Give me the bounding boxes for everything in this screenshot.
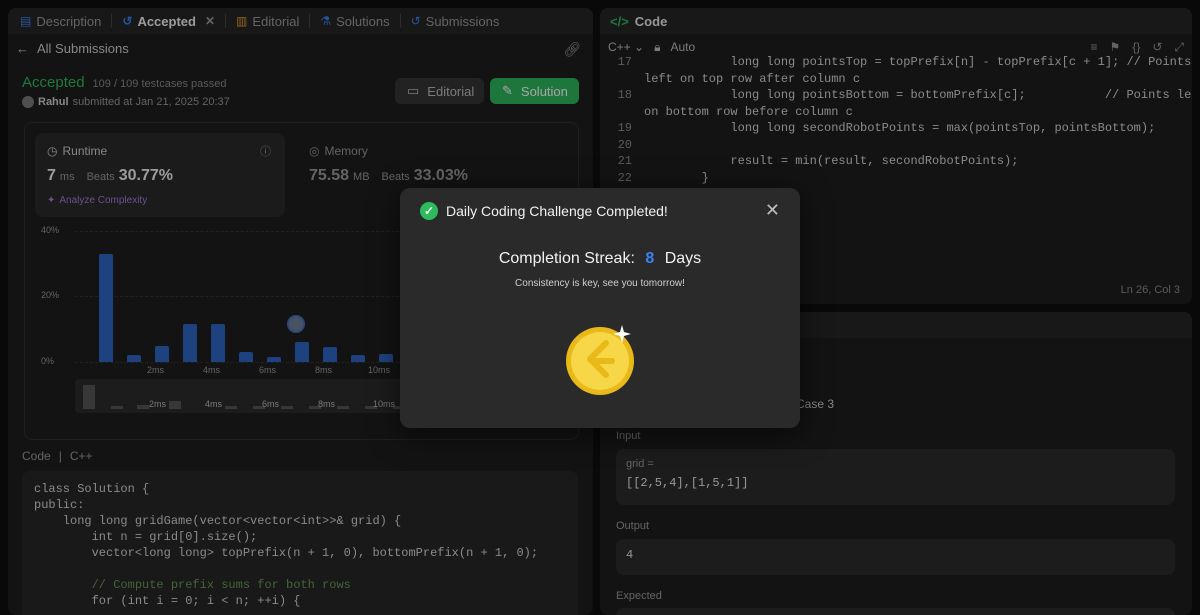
- completion-streak: Completion Streak: 8 Days: [498, 250, 702, 267]
- streak-count: 8: [645, 250, 655, 267]
- modal-header: ✓ Daily Coding Challenge Completed!: [420, 202, 668, 220]
- close-icon[interactable]: ✕: [765, 200, 780, 221]
- daily-challenge-modal: ✓ Daily Coding Challenge Completed! ✕ Co…: [400, 188, 800, 428]
- modal-tagline: Consistency is key, see you tomorrow!: [515, 278, 685, 289]
- check-circle-icon: ✓: [420, 202, 438, 220]
- coin-medal-icon: [566, 325, 634, 395]
- modal-title: Daily Coding Challenge Completed!: [446, 203, 668, 219]
